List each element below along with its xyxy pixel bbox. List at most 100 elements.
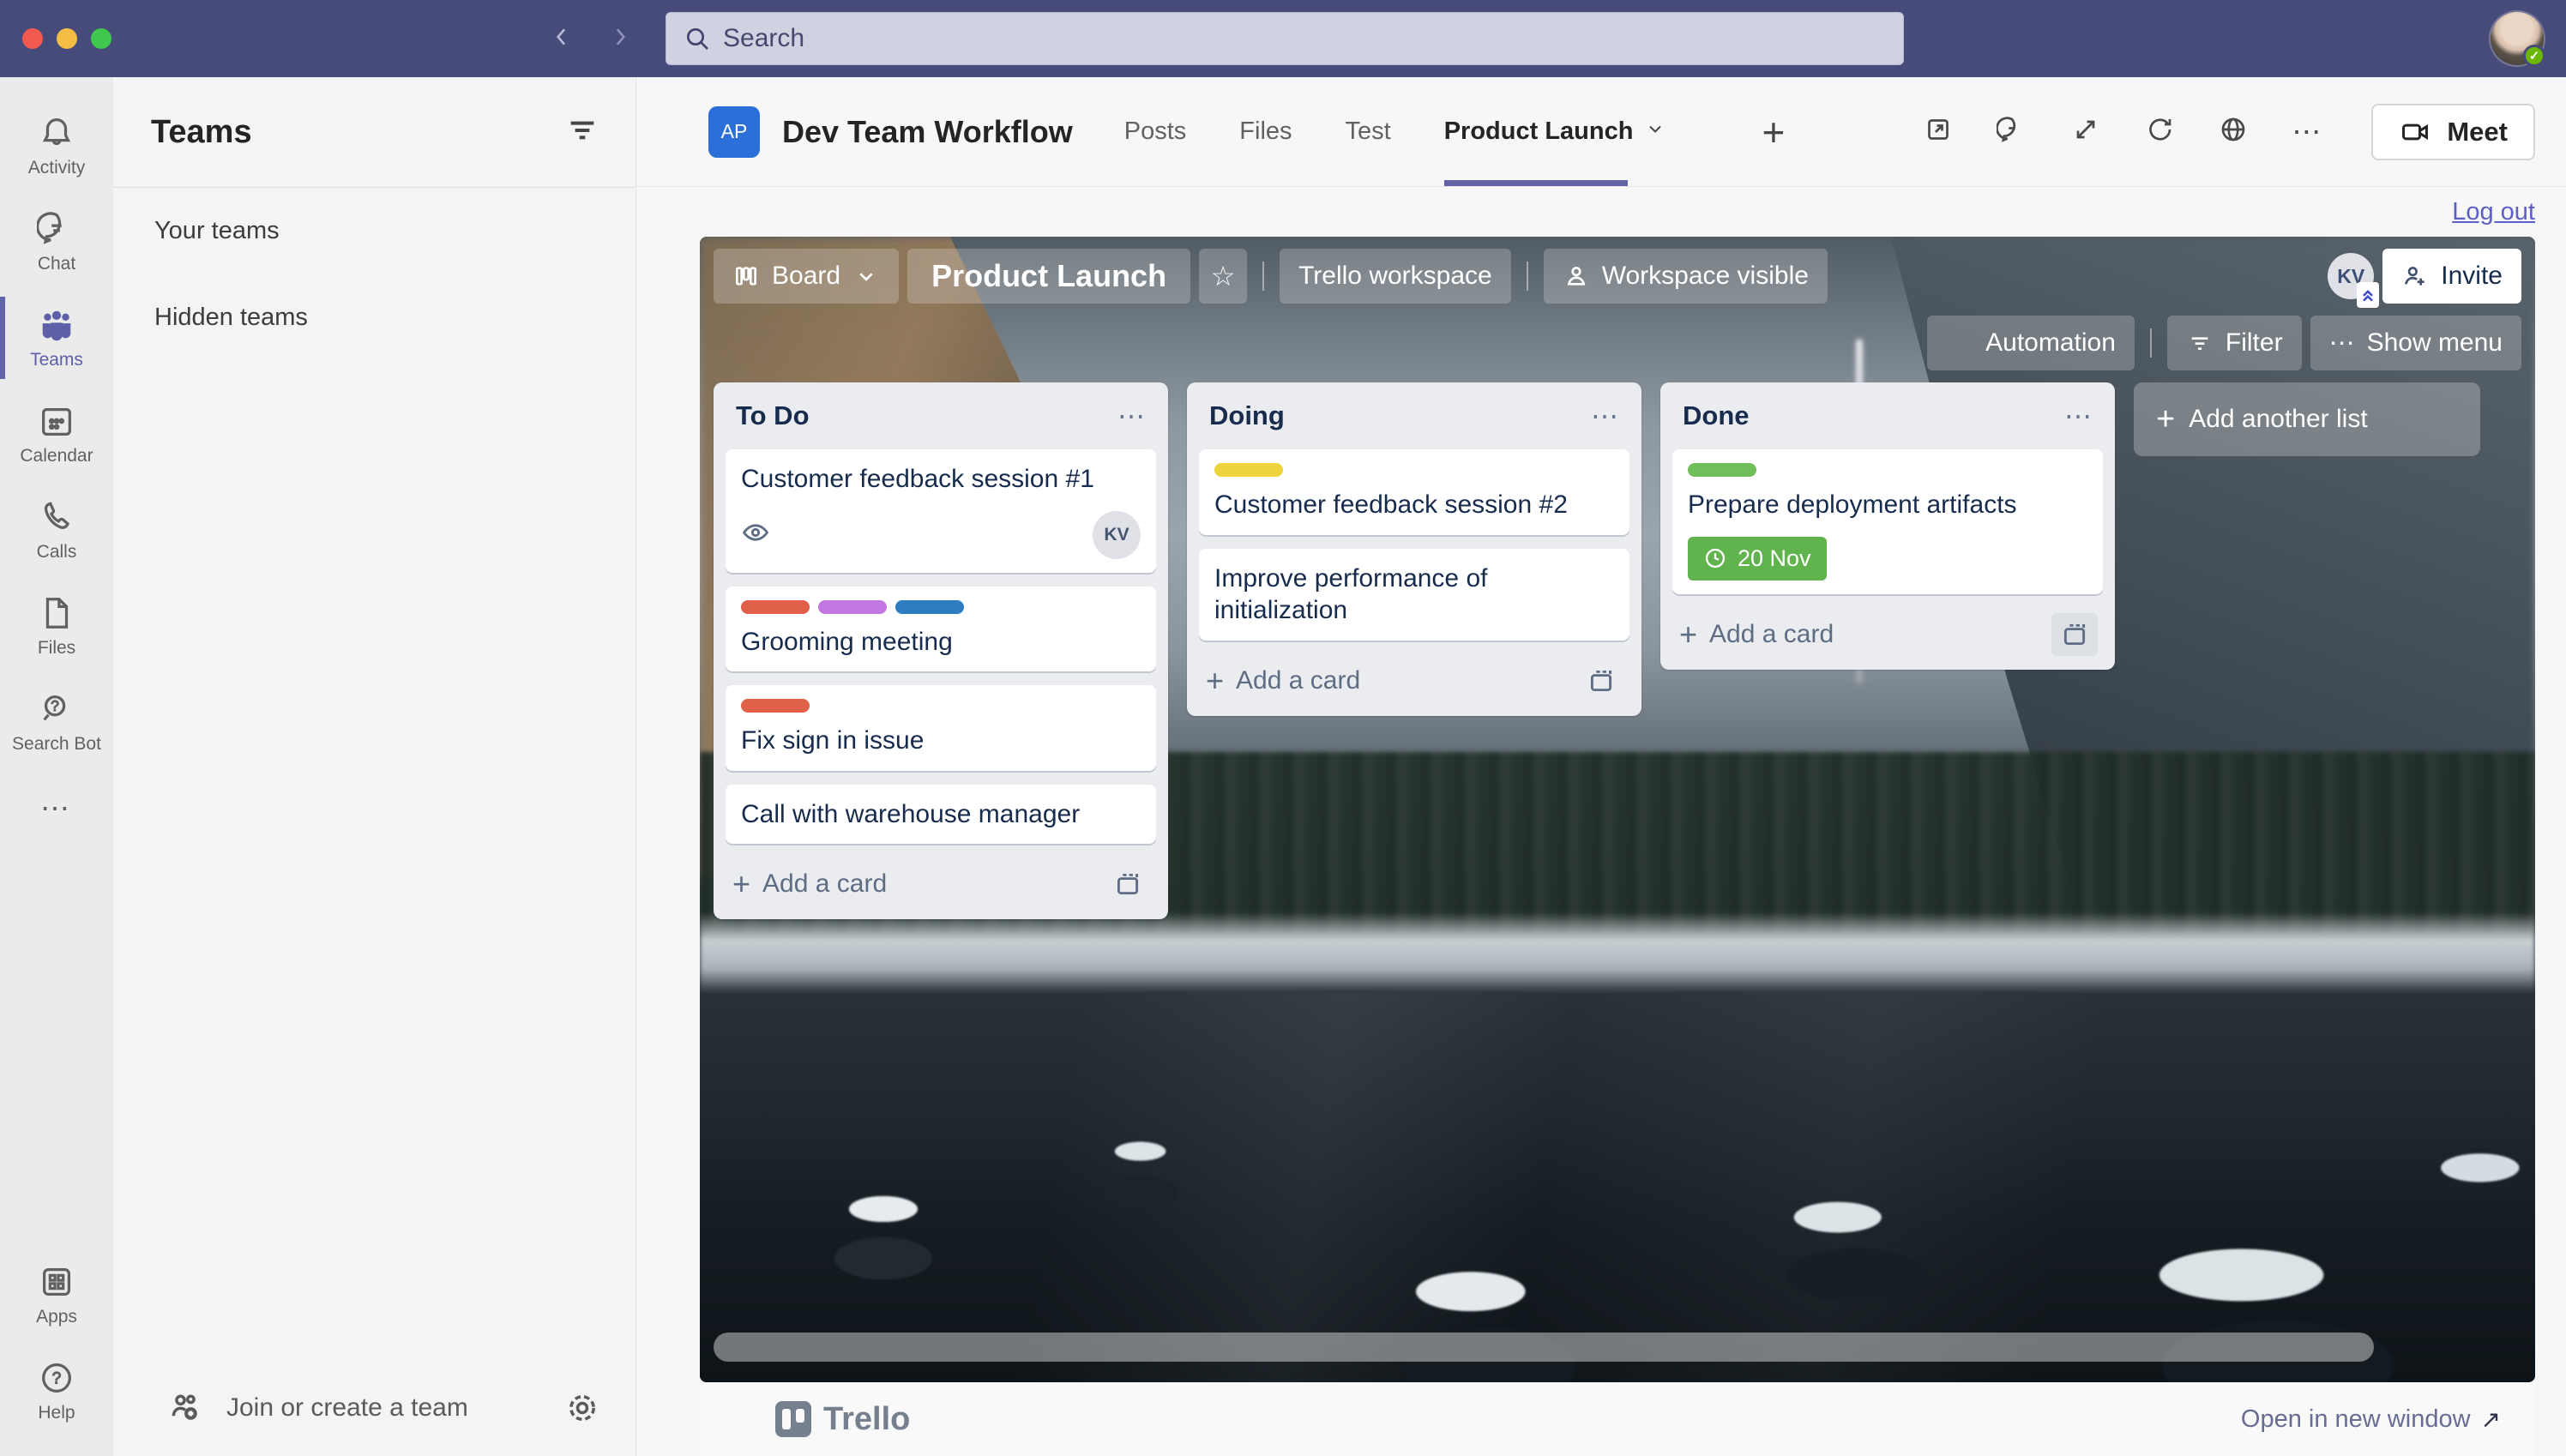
tab-more-options-icon[interactable]: ⋯ <box>2292 115 2323 149</box>
file-icon <box>45 598 69 629</box>
minimize-window-button[interactable] <box>57 28 77 49</box>
search-bot-icon: ? <box>43 695 66 721</box>
sidebar-section-your-teams[interactable]: Your teams <box>113 188 635 274</box>
zoom-window-button[interactable] <box>91 28 111 49</box>
rail-item-chat[interactable]: Chat <box>0 194 113 290</box>
app-rail: Activity Chat Teams Calendar Calls Files… <box>0 77 113 1456</box>
card[interactable]: Improve performance of initialization <box>1199 548 1629 641</box>
star-board-button[interactable]: ☆ <box>1199 249 1248 304</box>
join-or-create-team-button[interactable]: Join or create a team <box>226 1393 541 1423</box>
card[interactable]: Call with warehouse manager <box>726 784 1156 844</box>
create-from-template-button[interactable] <box>1105 863 1151 905</box>
plus-icon: + <box>732 866 751 901</box>
list-doing: Doing ⋯ Customer feedback session #2 Imp… <box>1187 382 1641 716</box>
close-window-button[interactable] <box>22 28 43 49</box>
plus-icon: + <box>1206 662 1225 698</box>
create-from-template-button[interactable] <box>2051 612 2098 656</box>
add-card-button[interactable]: + Add a card <box>732 866 887 902</box>
star-icon: ☆ <box>1210 261 1236 292</box>
window-titlebar: ✓ <box>0 0 2566 77</box>
tab-test[interactable]: Test <box>1346 77 1391 186</box>
list-done: Done ⋯ Prepare deployment artifacts 20 N… <box>1660 382 2115 670</box>
conversation-icon[interactable] <box>1996 114 2027 149</box>
rail-item-calendar[interactable]: Calendar <box>0 386 113 482</box>
user-avatar[interactable]: ✓ <box>2491 12 2545 67</box>
list-title[interactable]: Done <box>1683 400 1750 431</box>
add-card-button[interactable]: + Add a card <box>1679 617 1834 653</box>
card[interactable]: Customer feedback session #2 <box>1199 449 1629 535</box>
board-title[interactable]: Product Launch <box>907 249 1191 304</box>
invite-button[interactable]: Invite <box>2382 249 2521 304</box>
watching-icon <box>741 518 770 551</box>
expand-tab-icon[interactable] <box>2070 114 2101 149</box>
list-actions-icon[interactable]: ⋯ <box>1117 400 1147 432</box>
person-icon <box>1567 267 1586 286</box>
tab-product-launch[interactable]: Product Launch <box>1443 77 1666 186</box>
workspace-visibility-button[interactable]: Workspace visible <box>1543 249 1828 304</box>
create-from-template-button[interactable] <box>1578 659 1624 702</box>
card-member-avatar[interactable]: KV <box>1093 510 1141 559</box>
show-menu-button[interactable]: ⋯ Show menu <box>2310 316 2521 370</box>
sidebar-title: Teams <box>151 113 252 150</box>
tab-posts[interactable]: Posts <box>1124 77 1187 186</box>
horizontal-scrollbar[interactable] <box>714 1333 2374 1362</box>
automation-button[interactable]: Automation <box>1927 316 2135 370</box>
forward-button[interactable] <box>607 24 633 54</box>
meet-button[interactable]: Meet <box>2371 103 2535 160</box>
rail-item-activity[interactable]: Activity <box>0 98 113 194</box>
globe-icon[interactable] <box>2218 114 2249 149</box>
rail-item-teams[interactable]: Teams <box>0 290 113 386</box>
list-actions-icon[interactable]: ⋯ <box>1591 400 1621 432</box>
rail-item-search-bot[interactable]: ? Search Bot <box>0 674 113 770</box>
due-date-badge[interactable]: 20 Nov <box>1688 536 1827 581</box>
rail-item-calls[interactable]: Calls <box>0 482 113 578</box>
card-label <box>1214 463 1283 477</box>
search-input[interactable] <box>723 24 1886 53</box>
external-arrow-icon: ↗ <box>2480 1405 2501 1433</box>
card-label <box>741 699 810 713</box>
rail-item-files[interactable]: Files <box>0 578 113 674</box>
card[interactable]: Fix sign in issue <box>726 685 1156 771</box>
add-another-list-button[interactable]: + Add another list <box>2134 382 2480 456</box>
workspace-button[interactable]: Trello workspace <box>1280 249 1511 304</box>
board-lists: To Do ⋯ Customer feedback session #1 KV <box>714 382 2521 919</box>
window-controls <box>22 28 111 49</box>
card[interactable]: Grooming meeting <box>726 586 1156 671</box>
team-avatar[interactable]: AP <box>708 105 760 158</box>
admin-badge-icon <box>2357 282 2380 308</box>
card[interactable]: Prepare deployment artifacts 20 Nov <box>1672 449 2103 594</box>
add-card-button[interactable]: + Add a card <box>1206 663 1360 699</box>
list-title[interactable]: Doing <box>1209 400 1285 431</box>
add-tab-button[interactable]: + <box>1762 109 1785 155</box>
filter-cards-button[interactable]: Filter <box>2166 316 2302 370</box>
search-bar[interactable] <box>666 12 1904 65</box>
gear-icon[interactable] <box>563 1389 601 1427</box>
filter-icon <box>570 121 594 139</box>
rail-item-apps[interactable]: Apps <box>0 1247 113 1343</box>
teams-sidebar: Teams Your teams Hidden teams Join or cr… <box>113 77 636 1456</box>
status-available-icon: ✓ <box>2523 45 2545 67</box>
sidebar-section-hidden-teams[interactable]: Hidden teams <box>113 274 635 361</box>
board-views-dropdown[interactable]: Board <box>714 249 900 304</box>
filter-icon <box>2191 337 2208 350</box>
card[interactable]: Customer feedback session #1 KV <box>726 449 1156 573</box>
tab-files[interactable]: Files <box>1239 77 1292 186</box>
logout-link[interactable]: Log out <box>2452 198 2535 226</box>
list-actions-icon[interactable]: ⋯ <box>2064 400 2094 432</box>
person-plus-icon <box>2405 267 2424 286</box>
open-in-new-window-link[interactable]: Open in new window ↗ <box>2241 1405 2501 1434</box>
refresh-icon[interactable] <box>2144 114 2175 149</box>
apps-grid-icon <box>42 1267 71 1297</box>
back-button[interactable] <box>549 24 575 54</box>
rail-item-help[interactable]: ? Help <box>0 1343 113 1439</box>
trello-logo[interactable]: Trello <box>775 1401 910 1438</box>
rail-more-button[interactable]: ⋯ <box>0 770 113 847</box>
board-member-avatar[interactable]: KV <box>2328 253 2380 308</box>
divider <box>1262 262 1265 291</box>
filter-teams-button[interactable] <box>565 113 599 152</box>
help-icon: ? <box>42 1363 71 1393</box>
popout-tab-icon[interactable] <box>1923 114 1954 149</box>
board-icon <box>736 267 756 286</box>
list-title[interactable]: To Do <box>736 400 810 431</box>
clock-icon <box>1705 548 1726 569</box>
